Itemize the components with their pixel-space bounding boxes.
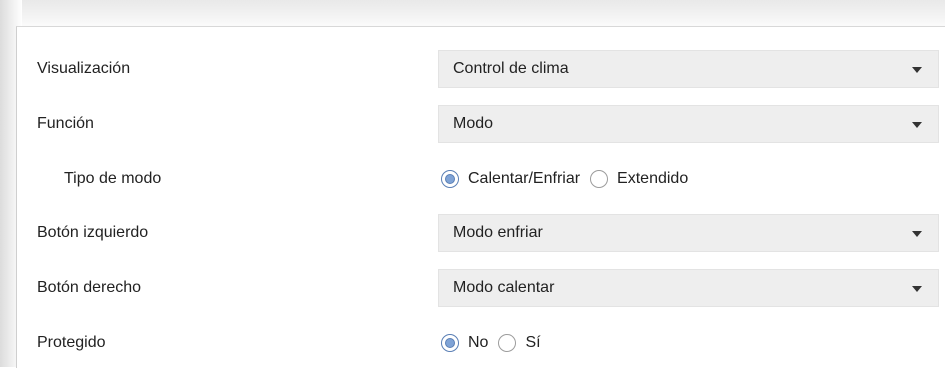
radio-calentar-enfriar[interactable]: Calentar/Enfriar xyxy=(441,170,580,188)
protegido-label: Protegido xyxy=(37,334,106,351)
row-visualizacion: Visualización Control de clima xyxy=(17,47,945,91)
radio-si[interactable]: Sí xyxy=(498,334,541,352)
boton-izquierdo-select-value: Modo enfriar xyxy=(453,224,543,241)
row-funcion: Función Modo xyxy=(17,102,945,146)
radio-unchecked-icon[interactable] xyxy=(590,170,609,188)
row-boton-derecho: Botón derecho Modo calentar xyxy=(17,266,945,310)
parameter-window: Visualización Control de clima Función M… xyxy=(0,0,945,368)
tipo-de-modo-label: Tipo de modo xyxy=(64,170,162,187)
visualizacion-select[interactable]: Control de clima xyxy=(438,50,939,88)
row-tipo-de-modo: Tipo de modo Calentar/Enfriar Extendido xyxy=(17,157,945,201)
tipo-de-modo-radio-group: Calentar/Enfriar Extendido xyxy=(441,157,698,201)
visualizacion-label: Visualización xyxy=(37,60,131,77)
chevron-down-icon xyxy=(912,286,922,292)
radio-checked-icon[interactable] xyxy=(441,170,459,188)
radio-label: No xyxy=(468,334,489,351)
radio-label: Calentar/Enfriar xyxy=(468,170,581,187)
radio-label: Sí xyxy=(525,334,541,351)
radio-no[interactable]: No xyxy=(441,334,488,352)
radio-label: Extendido xyxy=(617,170,689,187)
chevron-down-icon xyxy=(912,231,922,237)
funcion-select-value: Modo xyxy=(453,115,494,132)
boton-derecho-label: Botón derecho xyxy=(37,279,142,296)
row-protegido: Protegido No Sí xyxy=(17,321,945,365)
visualizacion-select-value: Control de clima xyxy=(453,60,569,77)
boton-izquierdo-label: Botón izquierdo xyxy=(37,224,149,241)
chevron-down-icon xyxy=(912,122,922,128)
radio-unchecked-icon[interactable] xyxy=(498,334,517,352)
chevron-down-icon xyxy=(912,67,922,73)
boton-izquierdo-select[interactable]: Modo enfriar xyxy=(438,214,939,252)
parameter-panel: Visualización Control de clima Función M… xyxy=(16,26,945,368)
radio-checked-icon[interactable] xyxy=(441,334,459,352)
funcion-label: Función xyxy=(37,115,94,132)
protegido-radio-group: No Sí xyxy=(441,321,551,365)
row-boton-izquierdo: Botón izquierdo Modo enfriar xyxy=(17,211,945,255)
funcion-select[interactable]: Modo xyxy=(438,105,939,143)
boton-derecho-select-value: Modo calentar xyxy=(453,279,555,296)
radio-extendido[interactable]: Extendido xyxy=(590,170,688,188)
boton-derecho-select[interactable]: Modo calentar xyxy=(438,269,939,307)
